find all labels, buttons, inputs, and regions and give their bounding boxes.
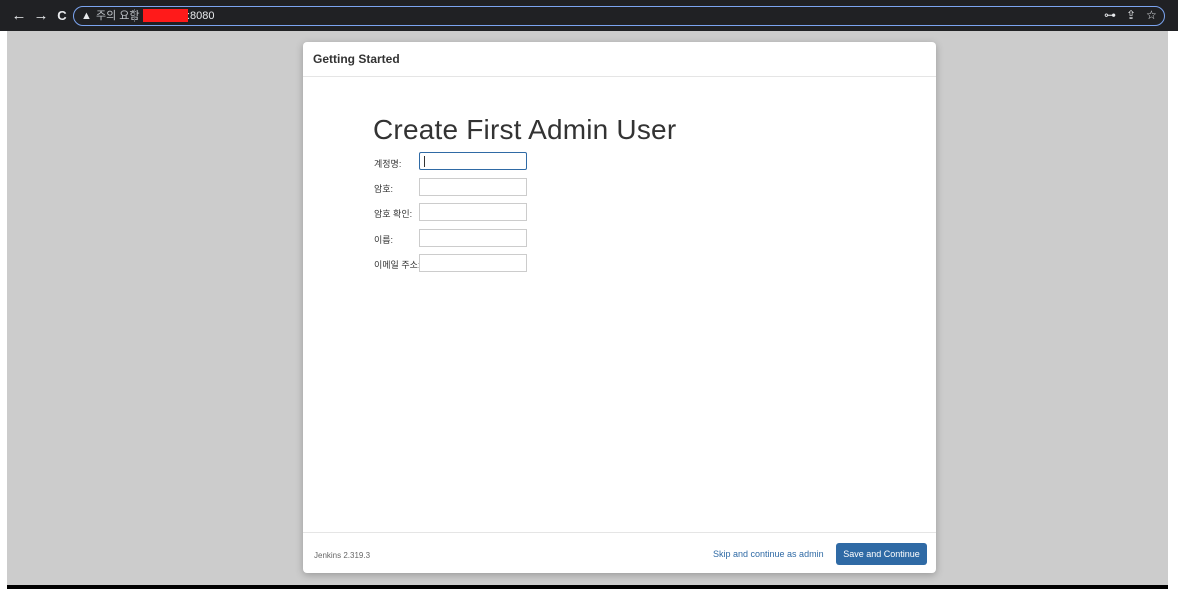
warning-icon[interactable]: ▲ xyxy=(81,8,92,24)
address-bar[interactable]: ▲ 주의 요함 :8080 ⊶ ⇪ ☆ xyxy=(73,6,1165,26)
password-label: 암호: xyxy=(374,184,394,194)
bottom-edge xyxy=(7,585,1168,589)
dialog-header: Getting Started xyxy=(303,42,936,77)
url-divider xyxy=(134,9,135,22)
username-input[interactable] xyxy=(419,152,527,170)
fullname-input[interactable] xyxy=(419,229,527,247)
dialog-footer: Jenkins 2.319.3 Skip and continue as adm… xyxy=(303,532,936,573)
back-icon[interactable]: ← xyxy=(9,6,29,26)
browser-toolbar: ← → C ▲ 주의 요함 :8080 ⊶ ⇪ ☆ xyxy=(0,0,1178,31)
save-and-continue-button[interactable]: Save and Continue xyxy=(836,543,927,565)
username-label: 계정명: xyxy=(374,159,402,169)
key-icon[interactable]: ⊶ xyxy=(1104,7,1116,24)
confirm-password-label: 암호 확인: xyxy=(374,209,413,219)
email-input[interactable] xyxy=(419,254,527,272)
skip-link[interactable]: Skip and continue as admin xyxy=(713,549,824,559)
text-cursor xyxy=(424,156,425,167)
redacted-host xyxy=(143,9,188,22)
dialog-title: Getting Started xyxy=(313,52,400,66)
confirm-password-input[interactable] xyxy=(419,203,527,221)
url-port: :8080 xyxy=(187,10,215,22)
password-input[interactable] xyxy=(419,178,527,196)
page-title: Create First Admin User xyxy=(373,114,677,145)
version-text: Jenkins 2.319.3 xyxy=(314,551,371,560)
security-warning-text[interactable]: 주의 요함 xyxy=(96,8,140,24)
page-viewport: Getting Started Create First Admin User … xyxy=(7,31,1168,585)
setup-dialog: Getting Started Create First Admin User … xyxy=(303,42,936,573)
share-icon[interactable]: ⇪ xyxy=(1126,7,1136,24)
fullname-label: 이름: xyxy=(374,235,394,245)
forward-icon[interactable]: → xyxy=(31,6,51,26)
email-label: 이메일 주소: xyxy=(374,260,421,270)
reload-icon[interactable]: C xyxy=(52,6,72,26)
star-icon[interactable]: ☆ xyxy=(1146,7,1157,24)
